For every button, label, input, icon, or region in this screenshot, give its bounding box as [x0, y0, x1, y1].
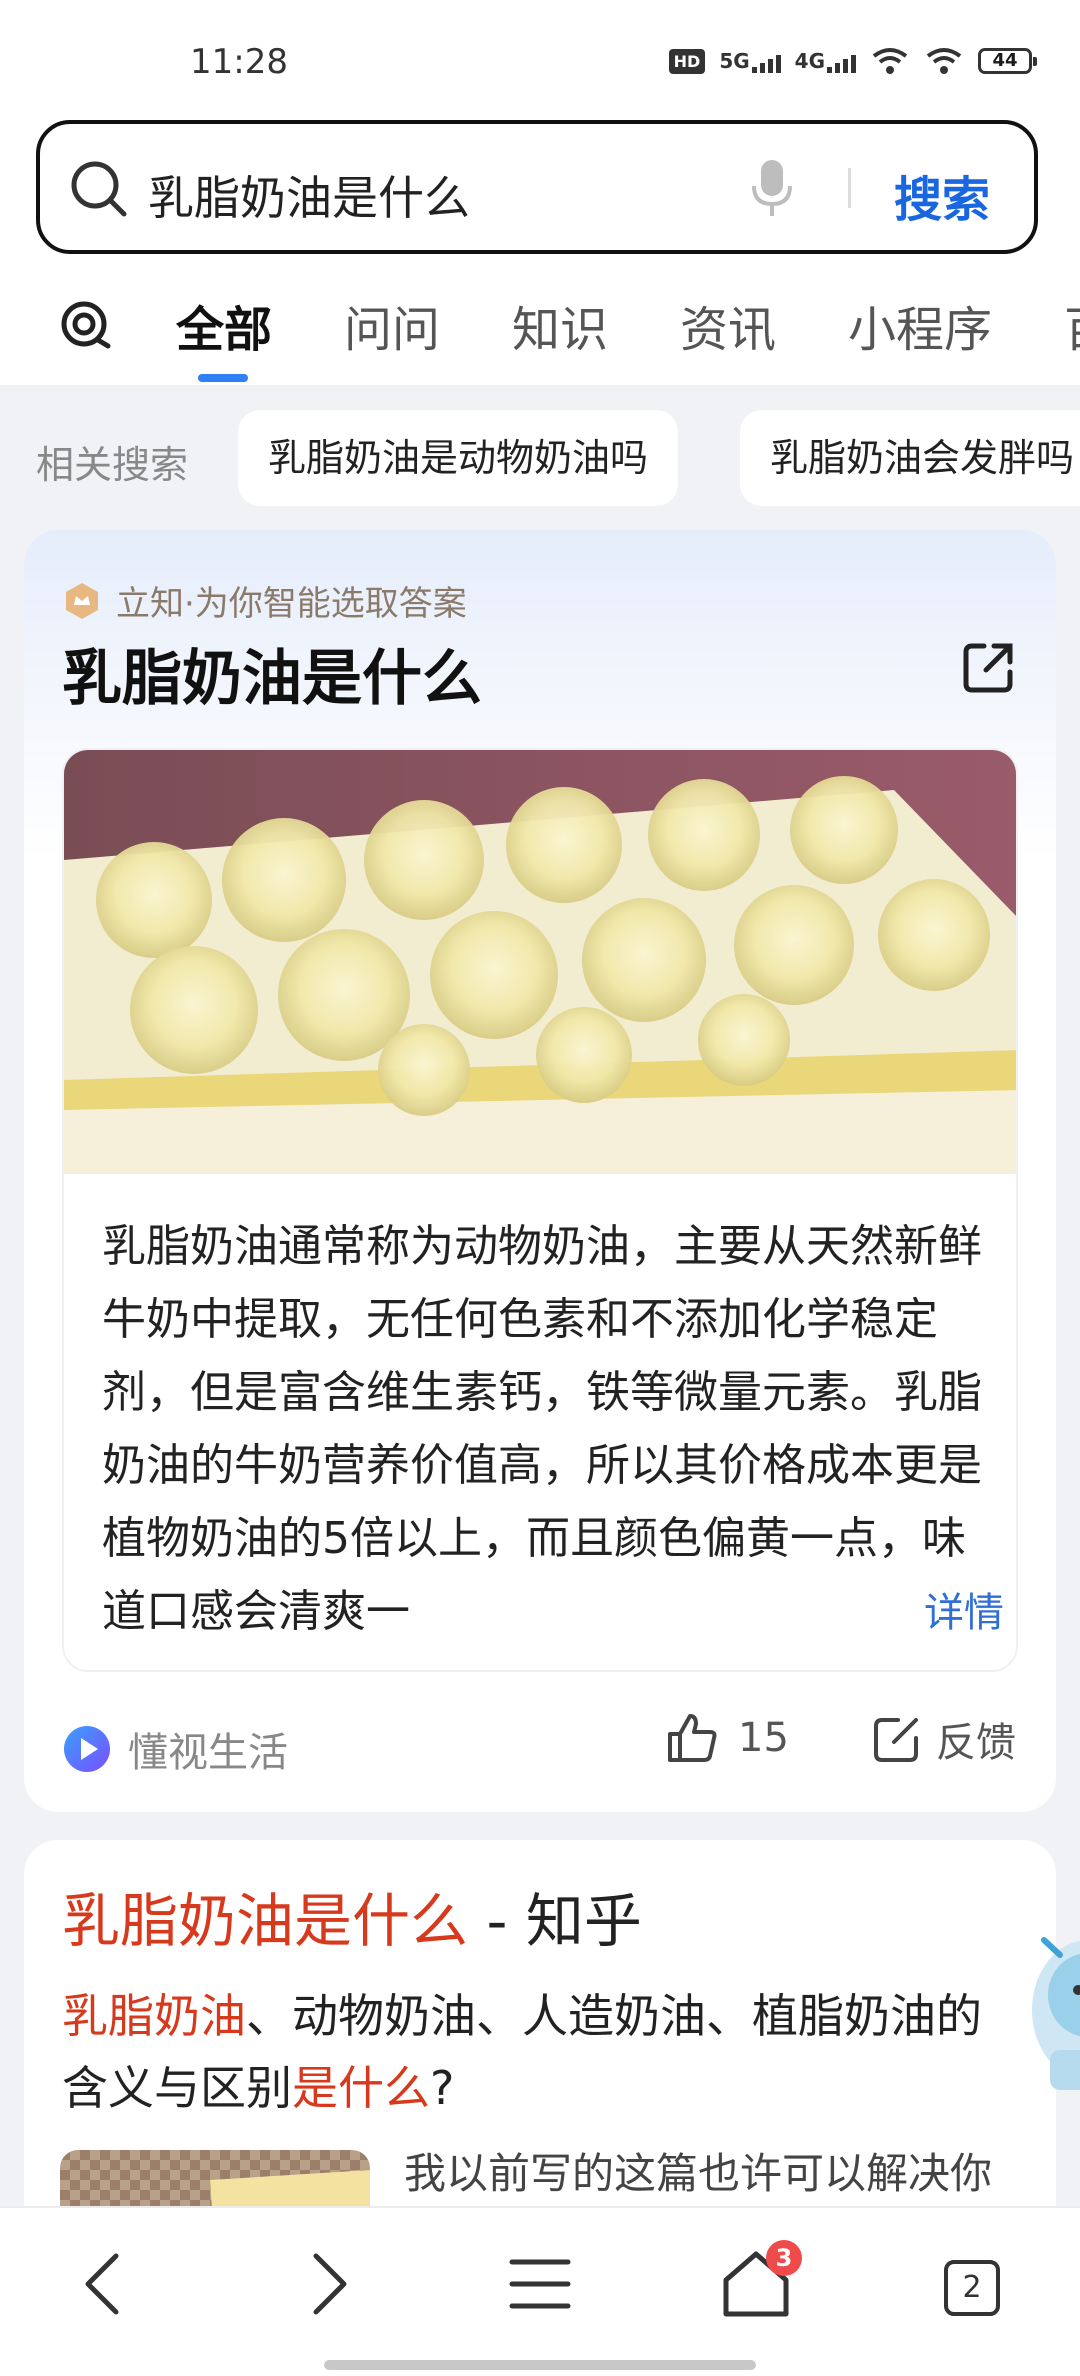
feedback-button[interactable]: 反馈 — [872, 1710, 1016, 1768]
home-indicator[interactable] — [324, 2360, 756, 2370]
answer-source-text: 立知·为你智能选取答案 — [116, 584, 467, 624]
snippet-highlight: 是什么 — [292, 2061, 430, 2115]
feedback-label: 反馈 — [936, 1720, 1016, 1766]
tab-wenwen[interactable]: 问问 — [344, 290, 440, 360]
answer-content[interactable]: 乳脂奶油通常称为动物奶油，主要从天然新鲜牛奶中提取，无任何色素和不添加化学稳定剂… — [62, 748, 1018, 1672]
tab-all[interactable]: 全部 — [176, 290, 272, 360]
provider-name: 懂视生活 — [128, 1730, 288, 1776]
related-searches-label: 相关搜索 — [36, 443, 189, 487]
feedback-edit-icon — [874, 1718, 918, 1762]
snippet-highlight: 乳脂奶油 — [62, 1989, 246, 2043]
forward-icon[interactable] — [286, 2244, 366, 2324]
search-box[interactable]: 乳脂奶油是什么 搜索 — [36, 120, 1038, 254]
result-title-highlight: 乳脂奶油是什么 — [62, 1887, 469, 1955]
result-title-source: - 知乎 — [468, 1887, 642, 1955]
answer-source: 立知·为你智能选取答案 — [62, 576, 467, 625]
tab-mini-programs[interactable]: 小程序 — [848, 290, 992, 360]
open-external-icon[interactable] — [960, 640, 1016, 696]
result-title[interactable]: 乳脂奶油是什么 - 知乎 — [62, 1874, 642, 1958]
wifi-icon — [872, 48, 908, 74]
status-bar: 11:28 HD 5G 4G 44 — [0, 0, 1080, 110]
bottom-navigation: 3 2 — [0, 2206, 1080, 2376]
answer-title[interactable]: 乳脂奶油是什么 — [62, 630, 482, 717]
result-snippet: 乳脂奶油、动物奶油、人造奶油、植脂奶油的含义与区别是什么? — [62, 1980, 1022, 2124]
related-searches: 相关搜索 乳脂奶油是动物奶油吗 乳脂奶油会发胖吗 — [0, 410, 1080, 510]
answer-provider[interactable]: 懂视生活 — [62, 1720, 288, 1778]
signal-4g-icon: 4G — [795, 49, 856, 73]
result-excerpt: 我以前写的这篇也许可以解决你 — [404, 2149, 993, 2198]
notification-badge: 3 — [766, 2240, 802, 2276]
status-time: 11:28 — [190, 42, 288, 82]
related-chip[interactable]: 乳脂奶油会发胖吗 — [740, 410, 1080, 506]
active-tab-indicator — [198, 374, 248, 382]
related-chip[interactable]: 乳脂奶油是动物奶油吗 — [238, 410, 679, 506]
menu-icon[interactable] — [500, 2244, 580, 2324]
battery-icon: 44 — [978, 48, 1037, 74]
floating-assistant-icon[interactable] — [1030, 1910, 1080, 2110]
wifi-2-icon — [926, 48, 962, 74]
search-divider — [848, 168, 851, 208]
like-count: 15 — [738, 1715, 789, 1761]
search-results-page: 11:28 HD 5G 4G 44 乳脂奶油是什么 搜索 全部 问问 知识 资讯… — [0, 0, 1080, 2376]
smart-answer-card: 立知·为你智能选取答案 乳脂奶油是什么 乳脂奶油通常称为动物奶油，主要从天然新鲜… — [24, 530, 1056, 1812]
dongshi-logo-icon — [64, 1726, 110, 1772]
back-icon[interactable] — [66, 2244, 146, 2324]
tab-knowledge[interactable]: 知识 — [512, 290, 608, 360]
search-icon — [71, 161, 127, 217]
signal-4g-label: 4G — [794, 49, 825, 73]
like-button[interactable]: 15 — [664, 1710, 789, 1766]
tabs-count-button[interactable]: 2 — [944, 2260, 1000, 2316]
snippet-text: ? — [430, 2061, 455, 2115]
cake-image — [64, 750, 1016, 1174]
signal-5g-icon: 5G — [719, 49, 781, 73]
search-button[interactable]: 搜索 — [894, 160, 990, 230]
microphone-icon[interactable] — [750, 158, 794, 218]
tab-news[interactable]: 资讯 — [680, 290, 776, 360]
signal-5g-label: 5G — [719, 49, 750, 73]
image-search-icon[interactable] — [60, 298, 112, 350]
lizhi-icon — [66, 582, 98, 619]
tab-more[interactable]: 百 — [1064, 290, 1080, 360]
thumbs-up-icon — [668, 1714, 717, 1762]
search-input[interactable]: 乳脂奶油是什么 — [148, 162, 470, 228]
search-tabs: 全部 问问 知识 资讯 小程序 百 — [0, 290, 1080, 386]
details-link[interactable]: 详情 — [924, 1580, 1004, 1638]
status-icons: HD 5G 4G 44 — [668, 46, 1037, 76]
hd-icon: HD — [668, 48, 706, 74]
